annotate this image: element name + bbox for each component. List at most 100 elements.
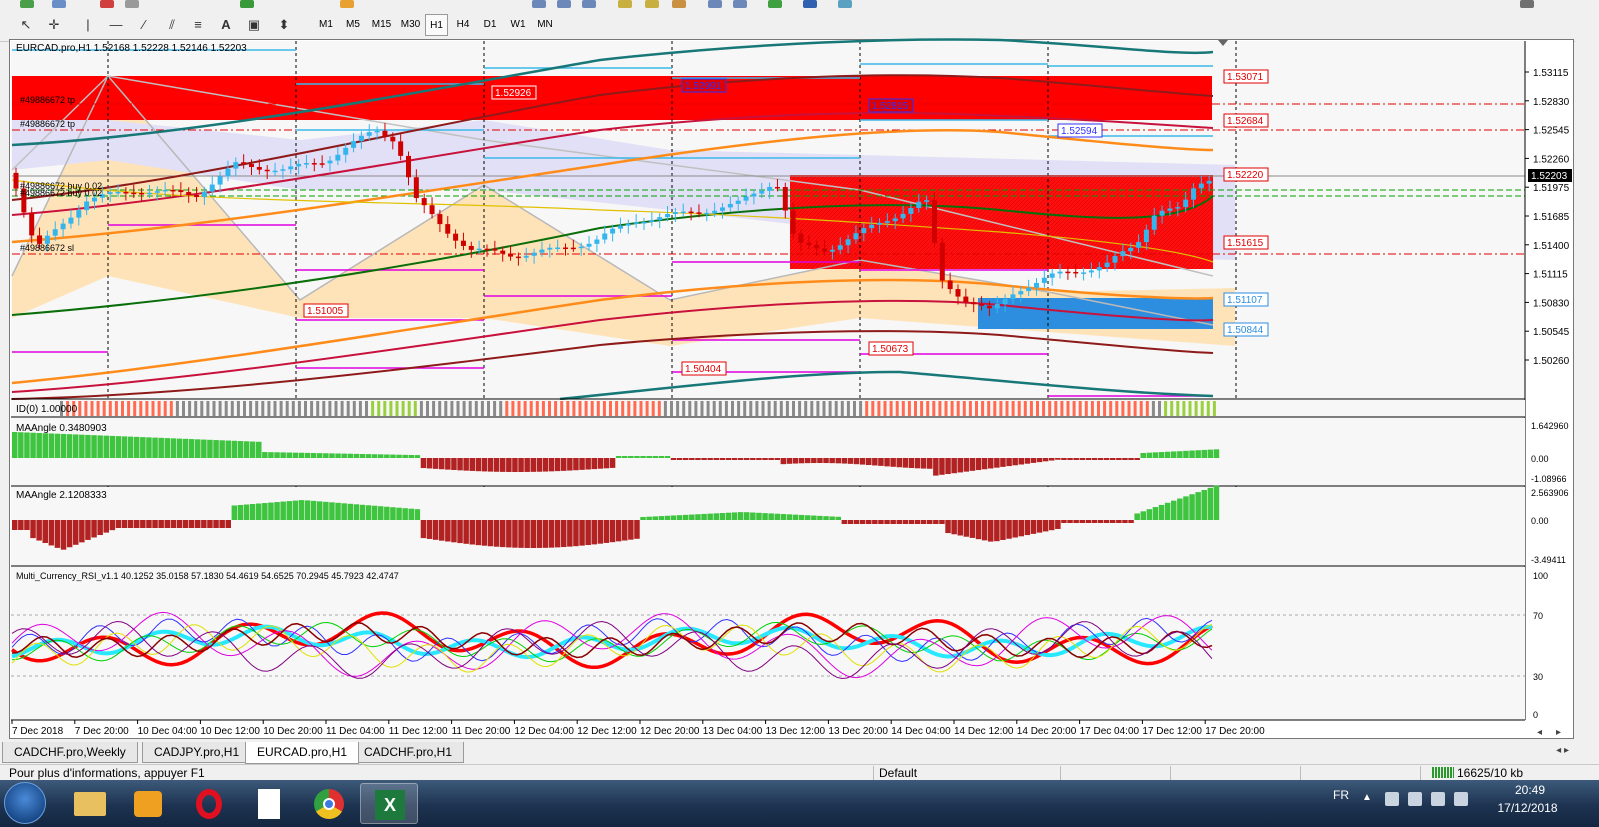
histogram-bar bbox=[262, 452, 268, 458]
price-tag-4: 1.51107 bbox=[1227, 295, 1263, 306]
id-bar bbox=[602, 401, 606, 416]
tab-cadjpy-h1[interactable]: CADJPY.pro,H1 bbox=[142, 742, 252, 763]
id-bar bbox=[914, 401, 917, 416]
histogram-bar bbox=[1030, 520, 1037, 534]
battery-icon[interactable] bbox=[1431, 792, 1445, 806]
time-tick-label: 17 Dec 12:00 bbox=[1142, 726, 1202, 737]
time-tick-label: 7 Dec 20:00 bbox=[75, 726, 129, 737]
histogram-bar bbox=[249, 441, 256, 458]
opera-icon[interactable] bbox=[180, 783, 238, 824]
explorer-icon[interactable] bbox=[62, 783, 120, 824]
candle-body bbox=[617, 225, 623, 229]
id-bar bbox=[615, 401, 619, 416]
candle-body bbox=[672, 212, 678, 215]
time-tick-label: 11 Dec 04:00 bbox=[326, 726, 385, 737]
svg-text:0.00: 0.00 bbox=[1531, 516, 1549, 526]
histogram-bar bbox=[420, 520, 427, 539]
candle-body bbox=[853, 233, 859, 240]
network-error-icon[interactable] bbox=[1385, 792, 1399, 806]
candle-body bbox=[1026, 287, 1032, 292]
id-bar bbox=[243, 401, 246, 416]
histogram-bar bbox=[359, 504, 366, 520]
clock-date[interactable]: 17/12/2018 bbox=[1490, 801, 1565, 815]
svg-text:0.00: 0.00 bbox=[1531, 454, 1549, 464]
histogram-bar bbox=[1049, 520, 1055, 531]
candle-body bbox=[633, 222, 639, 224]
histogram-bar bbox=[689, 458, 695, 460]
id-bar bbox=[877, 401, 881, 416]
histogram-bar bbox=[420, 458, 427, 469]
id-bar bbox=[1145, 401, 1149, 416]
id-bar bbox=[377, 401, 381, 416]
id-bar bbox=[224, 401, 228, 416]
tab-scroll-arrows[interactable]: ◂ ▸ bbox=[1556, 745, 1569, 756]
candle-body bbox=[704, 212, 710, 215]
scroll-arrows[interactable]: ◂ ▸ bbox=[1537, 727, 1561, 738]
candle-body bbox=[186, 192, 192, 195]
histogram-bar bbox=[536, 458, 543, 472]
start-button[interactable] bbox=[4, 782, 46, 824]
histogram-bar bbox=[744, 512, 750, 520]
histogram-bar bbox=[188, 439, 195, 458]
histogram-bar bbox=[1024, 458, 1031, 464]
scroll-right-icon: ▸ bbox=[1556, 727, 1561, 738]
histogram-bar bbox=[262, 503, 268, 520]
id-bar bbox=[163, 401, 167, 416]
order-label-3: #49886672 buy 0.02 bbox=[20, 188, 102, 198]
excel-icon[interactable]: X bbox=[360, 783, 418, 824]
rsi-axis: 100 70 30 0 bbox=[1533, 571, 1548, 720]
id-bar bbox=[694, 401, 698, 416]
id-bar bbox=[169, 401, 173, 416]
histogram-bar bbox=[231, 440, 238, 458]
chart-symbol-header: EURCAD.pro,H1 1.52168 1.52228 1.52146 1.… bbox=[16, 43, 247, 54]
id-bar bbox=[1121, 401, 1125, 416]
histogram-bar bbox=[54, 433, 61, 458]
price-tick-label: 1.53115 bbox=[1533, 68, 1569, 79]
histogram-bar bbox=[658, 456, 665, 458]
chart-canvas[interactable]: 1.53115 1.52830 1.52545 1.52260 1.51975 1.516… bbox=[0, 0, 1599, 742]
histogram-bar bbox=[97, 520, 103, 536]
histogram-bar bbox=[274, 502, 280, 520]
tab-cadchf-weekly[interactable]: CADCHF.pro,Weekly bbox=[2, 742, 138, 763]
id-bar bbox=[1011, 401, 1015, 416]
candle-body bbox=[900, 213, 906, 219]
candle-body bbox=[845, 239, 851, 246]
histogram-bar bbox=[829, 458, 835, 464]
histogram-bar bbox=[890, 520, 896, 524]
histogram-bar bbox=[506, 520, 512, 548]
id-bar bbox=[895, 401, 899, 416]
histogram-bar bbox=[60, 433, 67, 458]
id-bar bbox=[493, 401, 497, 416]
id-bar bbox=[487, 401, 490, 416]
language-indicator[interactable]: FR bbox=[1333, 788, 1349, 802]
maangle1-label: MAAngle 0.3480903 bbox=[16, 423, 107, 434]
clock-time[interactable]: 20:49 bbox=[1500, 783, 1560, 797]
histogram-bar bbox=[731, 512, 738, 520]
document-icon[interactable] bbox=[240, 783, 298, 824]
candle-body bbox=[1183, 199, 1189, 208]
candle-body bbox=[1081, 272, 1087, 274]
tray-expand-icon[interactable]: ▲ bbox=[1362, 792, 1376, 806]
id-bar bbox=[383, 401, 387, 416]
histogram-bar bbox=[329, 453, 335, 458]
candle-body bbox=[814, 244, 820, 249]
histogram-bar bbox=[1067, 520, 1073, 523]
histogram-bar bbox=[243, 441, 250, 458]
candle-body bbox=[413, 177, 419, 199]
tab-eurcad-h1[interactable]: EURCAD.pro,H1 bbox=[245, 742, 360, 764]
id-bar bbox=[627, 401, 631, 416]
maangle2-pane-bg bbox=[11, 487, 1525, 566]
volume-icon[interactable] bbox=[1454, 792, 1468, 806]
tab-cadchf-h1[interactable]: CADCHF.pro,H1 bbox=[352, 742, 465, 763]
histogram-bar bbox=[182, 520, 189, 528]
media-player-icon[interactable] bbox=[120, 783, 178, 824]
histogram-bar bbox=[1134, 513, 1140, 520]
action-center-icon[interactable] bbox=[1408, 792, 1422, 806]
id-bar bbox=[731, 401, 734, 416]
scroll-left-icon: ◂ bbox=[1537, 727, 1542, 738]
id-bar bbox=[749, 401, 753, 416]
id-bar bbox=[230, 401, 234, 416]
chrome-icon[interactable] bbox=[300, 783, 358, 824]
histogram-bar bbox=[792, 458, 799, 464]
candle-body bbox=[139, 192, 145, 195]
